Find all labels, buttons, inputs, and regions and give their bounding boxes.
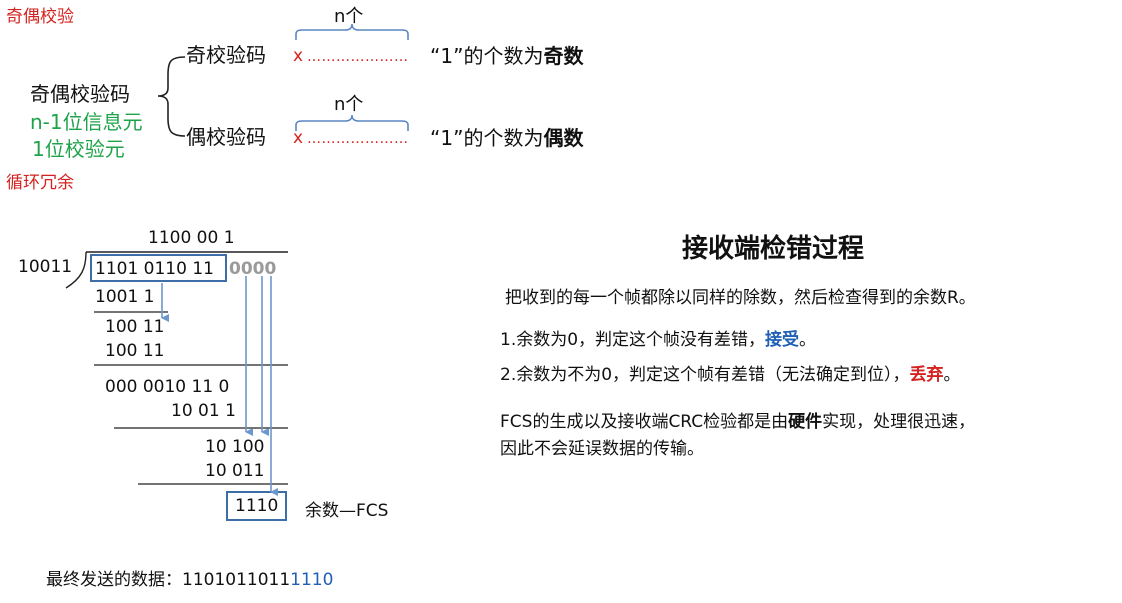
diagram-strokes (65, 23, 409, 496)
parity-brace (157, 56, 186, 137)
even-n-brace (295, 114, 409, 131)
odd-n-brace (295, 23, 409, 40)
division-bracket (65, 251, 288, 289)
